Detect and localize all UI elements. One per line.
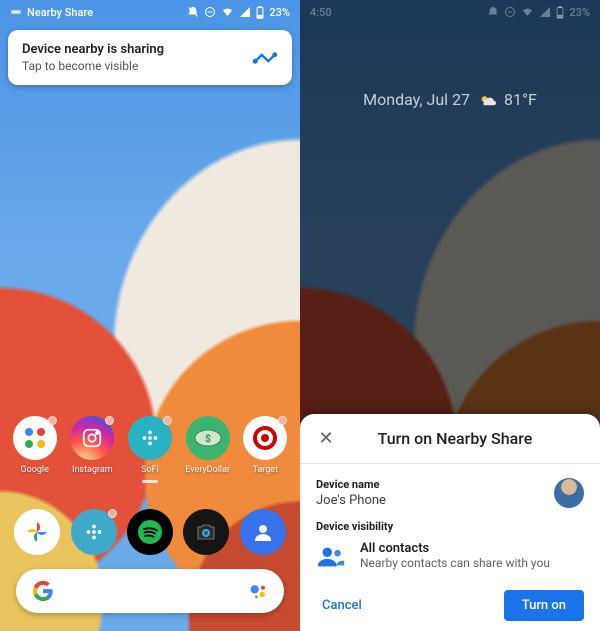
dock xyxy=(0,509,300,555)
app-label: Instagram xyxy=(72,465,113,475)
dnd-icon xyxy=(187,6,199,18)
instagram-icon xyxy=(70,416,114,460)
battery-pct: 23% xyxy=(269,6,290,19)
signal-icon xyxy=(539,6,551,18)
nearby-share-notification[interactable]: Device nearby is sharing Tap to become v… xyxy=(8,30,292,85)
battery-pct: 23% xyxy=(569,6,590,19)
notification-title: Device nearby is sharing xyxy=(22,42,164,57)
turn-on-button[interactable]: Turn on xyxy=(504,590,584,621)
app-label: Google xyxy=(20,465,48,475)
app-everydollar[interactable]: $ EveryDollar xyxy=(181,416,235,475)
do-not-disturb-icon xyxy=(204,6,216,18)
nearby-share-icon xyxy=(252,45,278,71)
dnd-icon xyxy=(487,6,499,18)
weather-icon xyxy=(478,91,496,109)
account-avatar[interactable] xyxy=(554,478,584,508)
close-icon[interactable]: ✕ xyxy=(316,428,336,449)
visibility-section-label: Device visibility xyxy=(316,520,584,533)
sheet-title: Turn on Nearby Share xyxy=(350,429,560,448)
sofi-icon xyxy=(128,416,172,460)
device-name-label: Device name xyxy=(316,478,386,491)
nearby-share-bottom-sheet: ✕ Turn on Nearby Share Device name Joe's… xyxy=(300,414,600,631)
device-name-value: Joe's Phone xyxy=(316,493,386,508)
visibility-row[interactable]: All contacts Nearby contacts can share w… xyxy=(316,535,584,584)
visibility-subtext: Nearby contacts can share with you xyxy=(360,556,550,570)
wifi-icon xyxy=(221,6,234,18)
battery-icon xyxy=(256,6,264,19)
app-label: SoFi xyxy=(141,465,159,475)
dock-app-spotify[interactable] xyxy=(127,509,173,555)
target-icon xyxy=(243,416,287,460)
google-search-bar[interactable] xyxy=(16,569,284,613)
wifi-icon xyxy=(521,6,534,18)
app-label: Target xyxy=(253,465,279,475)
dock-app-camera[interactable] xyxy=(183,509,229,555)
google-g-icon xyxy=(32,580,54,602)
app-sofi[interactable]: SoFi xyxy=(123,416,177,475)
temp-text: 81°F xyxy=(504,90,537,109)
svg-text:$: $ xyxy=(205,432,211,445)
signal-icon xyxy=(239,6,251,18)
google-folder-icon xyxy=(13,416,57,460)
device-name-row[interactable]: Device name Joe's Phone xyxy=(316,474,584,520)
contacts-icon xyxy=(316,544,346,568)
everydollar-icon: $ xyxy=(186,416,230,460)
app-instagram[interactable]: Instagram xyxy=(65,416,119,475)
assistant-icon[interactable] xyxy=(248,581,268,601)
status-time: 4:50 xyxy=(310,6,332,19)
cancel-button[interactable]: Cancel xyxy=(316,590,368,621)
notification-subtitle: Tap to become visible xyxy=(22,59,164,73)
battery-icon xyxy=(556,6,564,19)
dock-app-photos[interactable] xyxy=(14,509,60,555)
nearby-share-icon xyxy=(10,6,22,18)
dock-app-2[interactable] xyxy=(71,509,117,555)
status-bar: Nearby Share 23% xyxy=(0,0,300,24)
visibility-value: All contacts xyxy=(360,541,550,556)
app-label: EveryDollar xyxy=(185,465,230,475)
dock-app-contacts[interactable] xyxy=(240,509,286,555)
app-target[interactable]: Target xyxy=(238,416,292,475)
status-app-label: Nearby Share xyxy=(27,6,93,19)
phone-left-homescreen: Nearby Share 23% Device nearby is sharin… xyxy=(0,0,300,631)
do-not-disturb-icon xyxy=(504,6,516,18)
status-bar: 4:50 23% xyxy=(300,0,600,24)
date-text: Monday, Jul 27 xyxy=(363,90,470,109)
at-a-glance-widget[interactable]: Monday, Jul 27 81°F xyxy=(300,90,600,109)
app-google-folder[interactable]: Google xyxy=(8,416,62,475)
app-row: Google Instagram SoFi $ EveryDollar xyxy=(0,416,300,475)
phone-right-sheet: 4:50 23% Monday, Jul 27 81°F xyxy=(300,0,600,631)
app-drawer-handle[interactable] xyxy=(142,480,158,483)
